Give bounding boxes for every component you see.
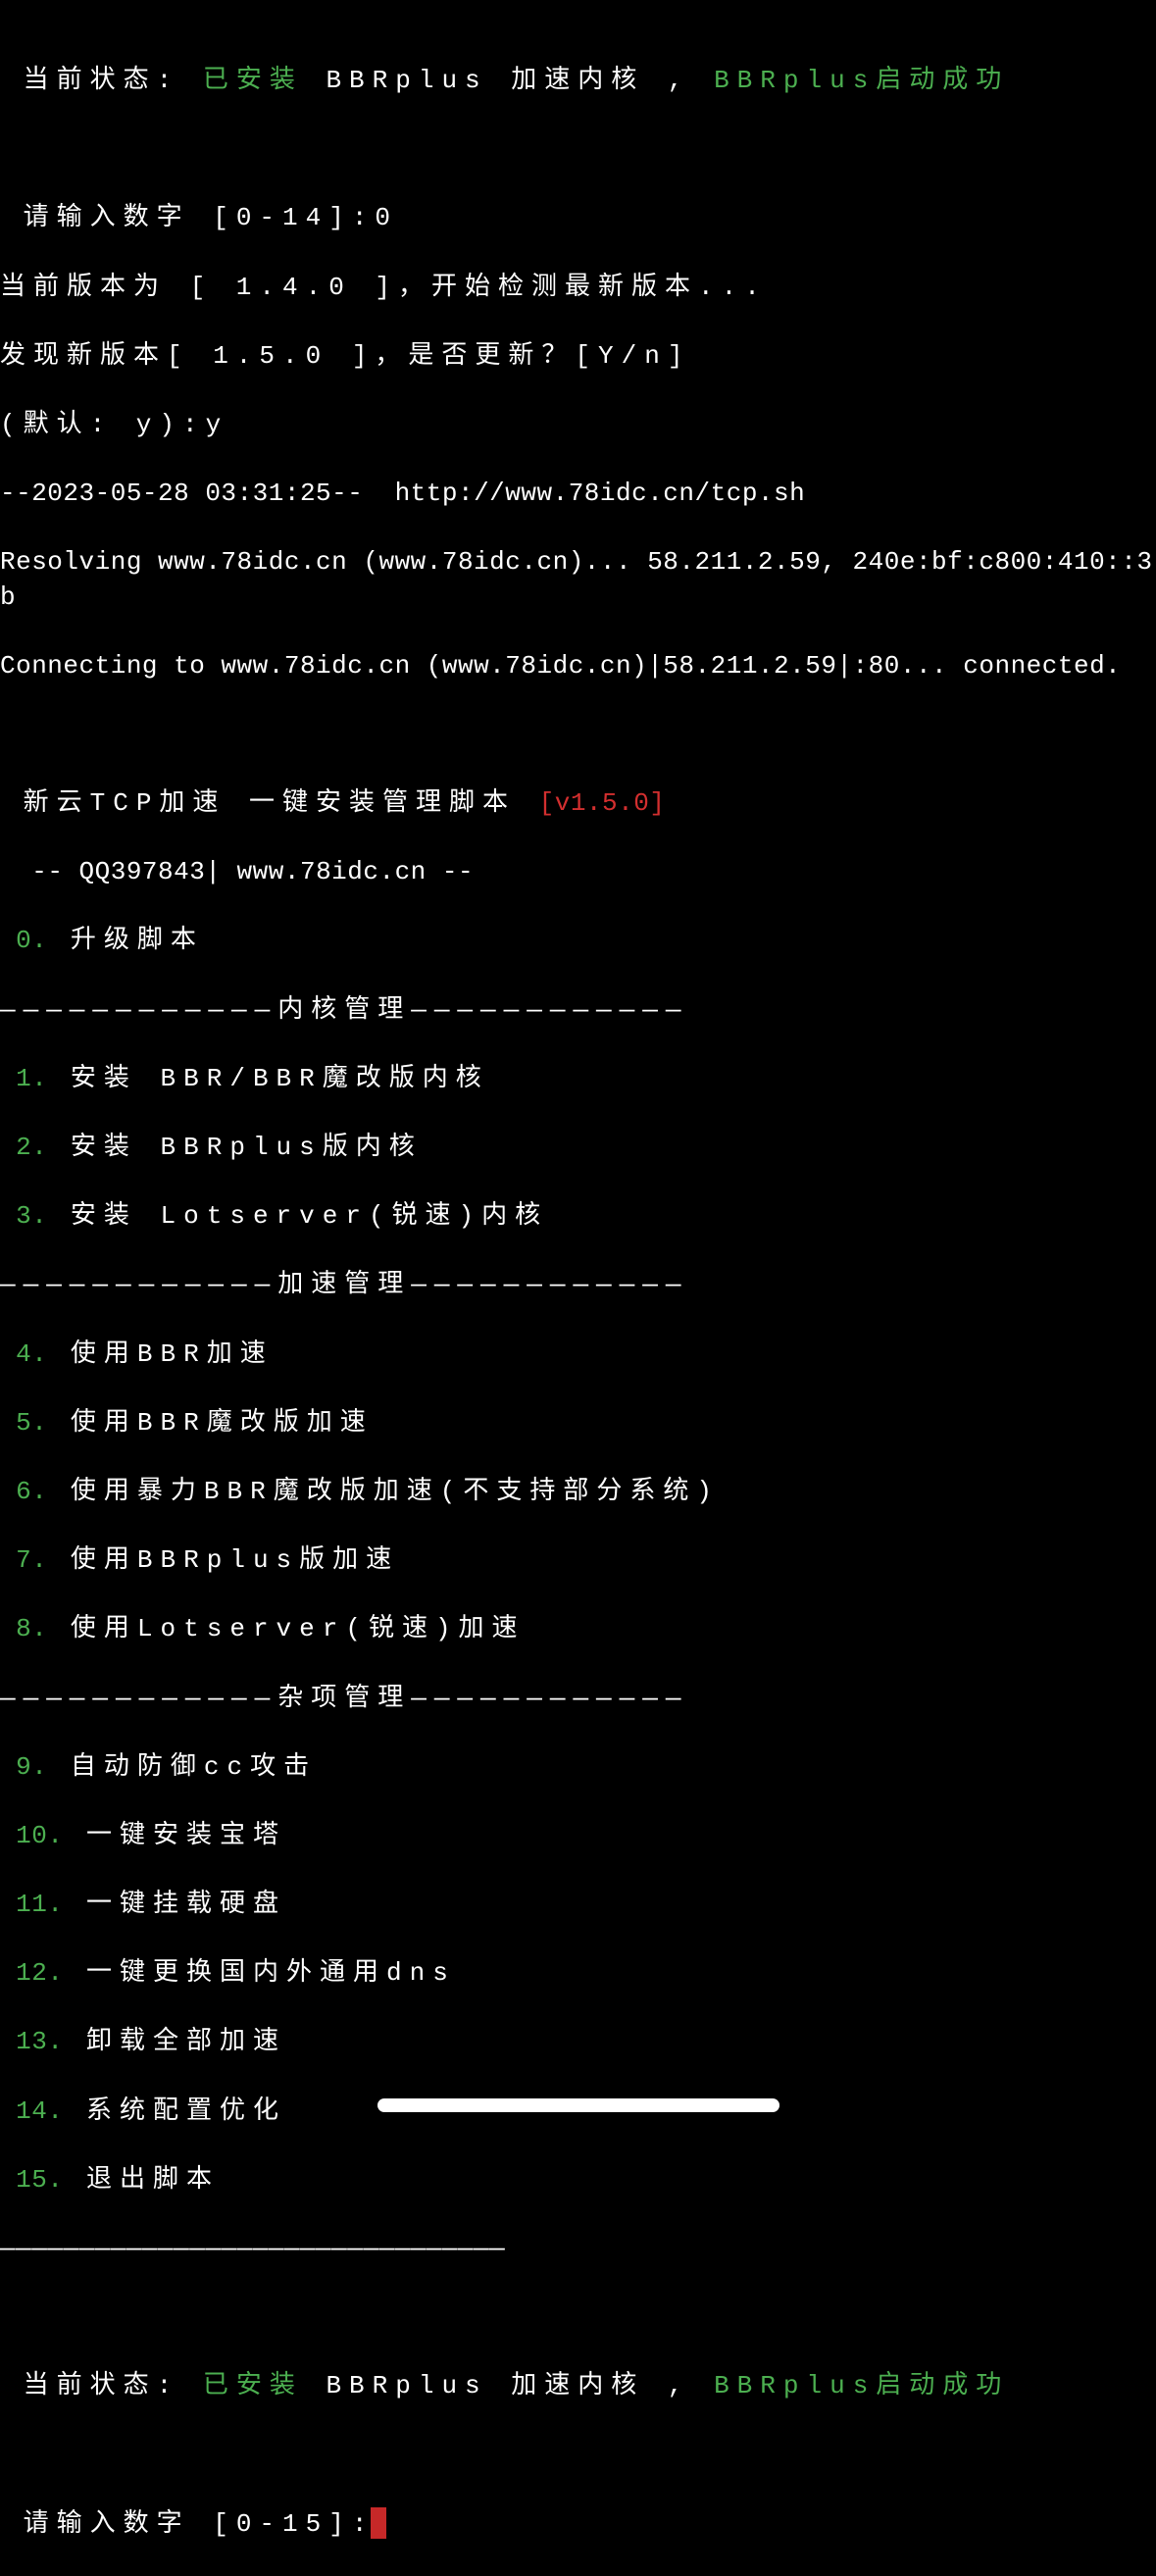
script-title-line: 新云TCP加速 一键安装管理脚本 [v1.5.0] — [0, 786, 1156, 821]
section-accel: ————————————加速管理———————————— — [0, 1268, 1156, 1302]
status-installed: 已安装 — [203, 66, 303, 95]
menu-item-11[interactable]: 11. 一键挂载硬盘 — [0, 1888, 1156, 1922]
section-kernel: ————————————内核管理———————————— — [0, 993, 1156, 1028]
connecting-line: Connecting to www.78idc.cn (www.78idc.cn… — [0, 649, 1156, 683]
section-misc: ————————————杂项管理———————————— — [0, 1682, 1156, 1716]
input-prompt-2[interactable]: 请输入数字 [0-15]: — [0, 2507, 1156, 2542]
blank-line — [0, 2300, 1156, 2335]
status-line-1: 当前状态: 已安装 BBRplus 加速内核 , BBRplus启动成功 — [0, 64, 1156, 98]
menu-item-7[interactable]: 7. 使用BBRplus版加速 — [0, 1543, 1156, 1578]
status-line-2: 当前状态: 已安装 BBRplus 加速内核 , BBRplus启动成功 — [0, 2369, 1156, 2403]
menu-item-12[interactable]: 12. 一键更换国内外通用dns — [0, 1956, 1156, 1991]
menu-item-3[interactable]: 3. 安装 Lotserver(锐速)内核 — [0, 1199, 1156, 1234]
cursor-icon — [371, 2507, 386, 2539]
version-check-line: 当前版本为 [ 1.4.0 ]，开始检测最新版本... — [0, 271, 1156, 305]
menu-item-0[interactable]: 0. 升级脚本 — [0, 924, 1156, 958]
blank-line — [0, 718, 1156, 752]
new-version-line: 发现新版本[ 1.5.0 ]，是否更新？[Y/n] — [0, 339, 1156, 374]
menu-item-5[interactable]: 5. 使用BBR魔改版加速 — [0, 1406, 1156, 1440]
menu-item-4[interactable]: 4. 使用BBR加速 — [0, 1338, 1156, 1372]
separator-line: ———————————————————————————————— — [0, 2232, 1156, 2266]
menu-item-10[interactable]: 10. 一键安装宝塔 — [0, 1819, 1156, 1853]
menu-item-2[interactable]: 2. 安装 BBRplus版内核 — [0, 1131, 1156, 1165]
blank-line — [0, 132, 1156, 167]
script-version: [v1.5.0] — [539, 788, 666, 818]
default-prompt-line: (默认: y):y — [0, 408, 1156, 442]
menu-item-1[interactable]: 1. 安装 BBR/BBR魔改版内核 — [0, 1062, 1156, 1096]
terminal-output[interactable]: 当前状态: 已安装 BBRplus 加速内核 , BBRplus启动成功 请输入… — [0, 29, 1156, 2576]
resolving-line: Resolving www.78idc.cn (www.78idc.cn)...… — [0, 545, 1156, 614]
menu-item-8[interactable]: 8. 使用Lotserver(锐速)加速 — [0, 1612, 1156, 1646]
menu-item-6[interactable]: 6. 使用暴力BBR魔改版加速(不支持部分系统) — [0, 1475, 1156, 1509]
input-prompt-1: 请输入数字 [0-14]:0 — [0, 201, 1156, 235]
home-indicator[interactable] — [377, 2098, 779, 2112]
status-success: BBRplus启动成功 — [714, 66, 1009, 95]
wget-timestamp-line: --2023-05-28 03:31:25-- http://www.78idc… — [0, 477, 1156, 511]
status-success-2: BBRplus启动成功 — [714, 2371, 1009, 2400]
menu-item-13[interactable]: 13. 卸载全部加速 — [0, 2025, 1156, 2059]
script-credit-line: -- QQ397843| www.78idc.cn -- — [0, 855, 1156, 889]
blank-line — [0, 2439, 1156, 2473]
status-installed-2: 已安装 — [203, 2371, 303, 2400]
menu-item-15[interactable]: 15. 退出脚本 — [0, 2163, 1156, 2197]
menu-item-9[interactable]: 9. 自动防御cc攻击 — [0, 1750, 1156, 1785]
